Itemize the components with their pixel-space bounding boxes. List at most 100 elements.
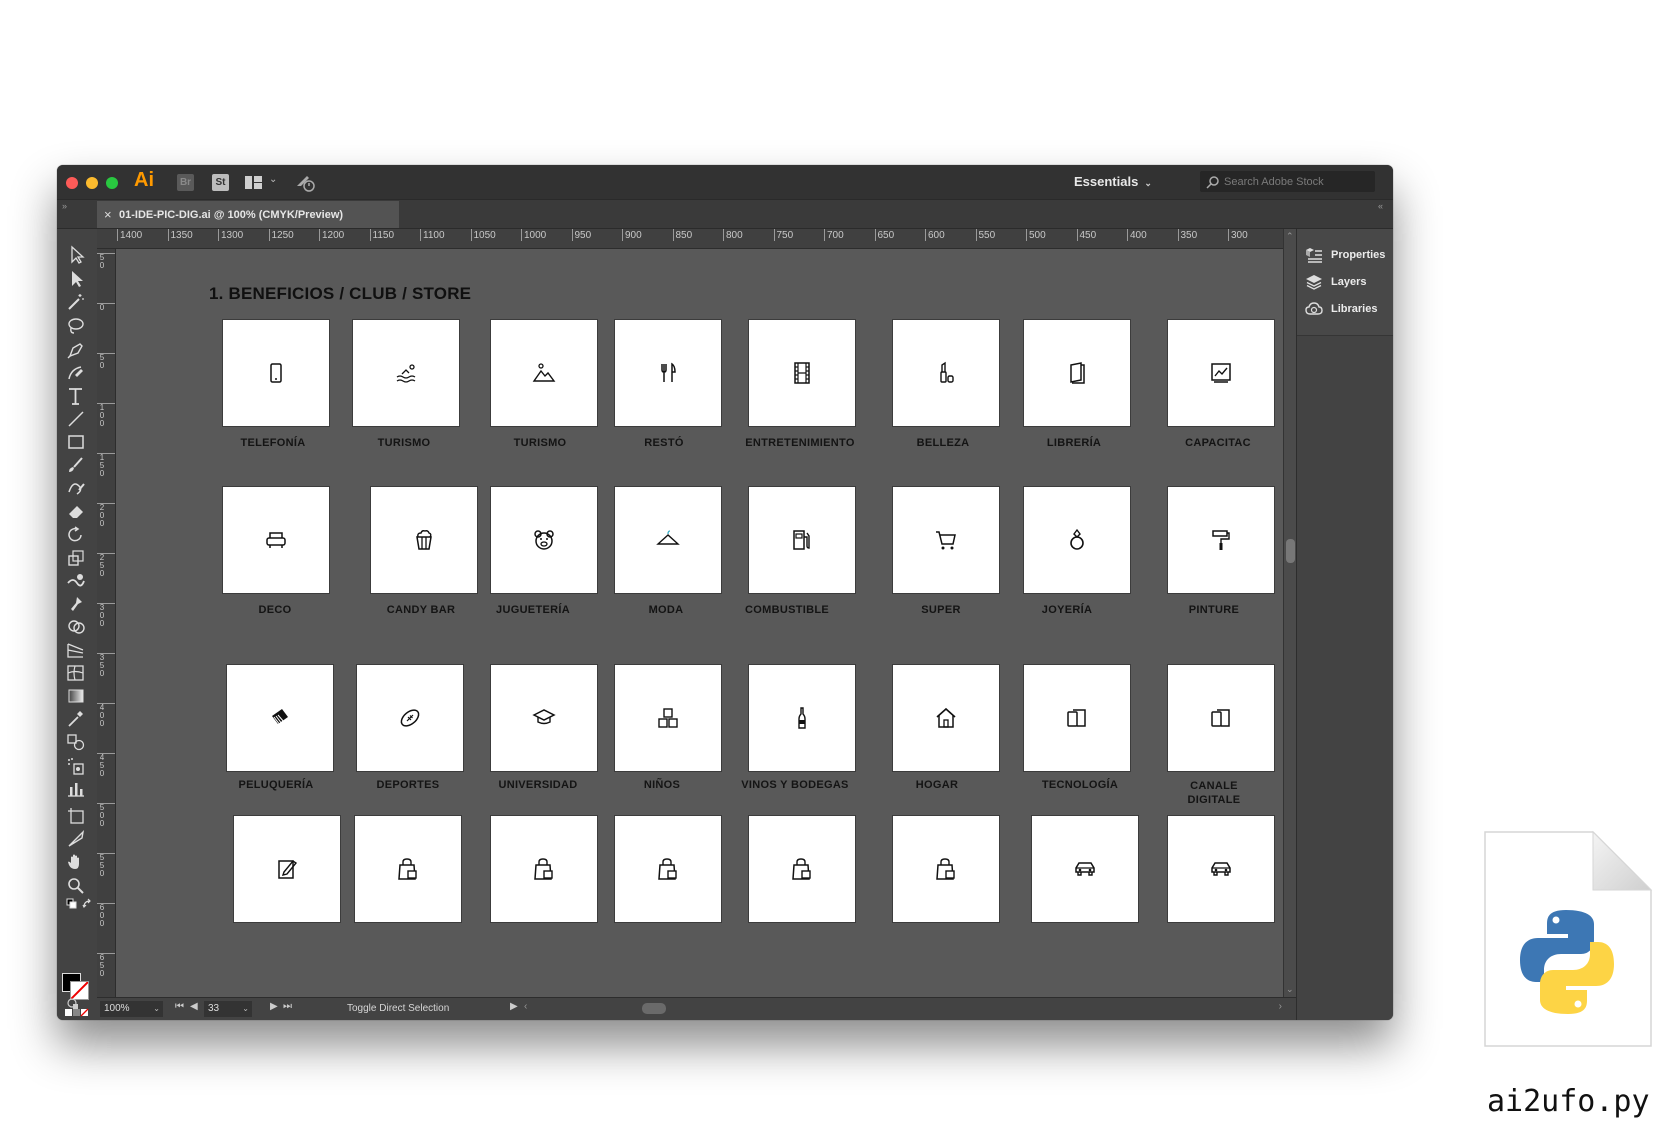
rotate-tool-icon[interactable] [65, 525, 87, 545]
close-tab-icon[interactable]: × [104, 207, 112, 222]
icon-card[interactable] [491, 320, 597, 426]
arrange-documents-icon[interactable] [245, 176, 262, 189]
column-graph-tool-icon[interactable] [65, 779, 87, 799]
draw-mode-icon[interactable] [65, 995, 83, 1011]
icon-card[interactable] [615, 816, 721, 922]
gpu-performance-icon[interactable] [295, 174, 315, 192]
next-artboard-icon[interactable]: ▶ [270, 1001, 278, 1012]
icon-card[interactable] [355, 816, 461, 922]
icon-card[interactable] [227, 665, 333, 771]
blend-tool-icon[interactable] [65, 732, 87, 752]
icon-card[interactable] [357, 665, 463, 771]
status-menu-icon[interactable]: ▶ [510, 1001, 518, 1012]
artboard-tool-icon[interactable] [65, 805, 87, 825]
swap-colors-icon[interactable] [81, 897, 95, 911]
collapse-toolbar-icon[interactable]: » [62, 201, 67, 211]
icon-card[interactable] [749, 665, 855, 771]
maximize-window-button[interactable] [106, 177, 118, 189]
selection-tool-icon[interactable] [65, 245, 87, 265]
magic-wand-tool-icon[interactable] [65, 292, 87, 312]
document-tab[interactable]: × 01-IDE-PIC-DIG.ai @ 100% (CMYK/Preview… [97, 201, 399, 228]
icon-card[interactable] [1024, 320, 1130, 426]
icon-card[interactable] [615, 320, 721, 426]
lasso-tool-icon[interactable] [65, 316, 87, 336]
icon-card[interactable] [893, 665, 999, 771]
rectangle-tool-icon[interactable] [65, 432, 87, 452]
icon-card[interactable] [1024, 665, 1130, 771]
vertical-ruler[interactable]: 50 0 50 100 150 200 250 300 350 400 450 500 550 600 65… [97, 249, 116, 997]
icon-card[interactable] [749, 816, 855, 922]
scroll-down-icon[interactable]: ⌄ [1286, 984, 1294, 995]
icon-card[interactable] [223, 320, 329, 426]
chevron-down-icon[interactable]: ⌄ [269, 174, 277, 185]
type-tool-icon[interactable] [65, 386, 87, 406]
icon-card[interactable] [223, 487, 329, 593]
scroll-thumb[interactable] [642, 1003, 666, 1014]
eraser-tool-icon[interactable] [65, 501, 87, 521]
puppet-warp-tool-icon[interactable] [65, 594, 87, 614]
default-colors-icon[interactable] [65, 897, 79, 911]
icon-card[interactable] [1168, 816, 1274, 922]
scale-tool-icon[interactable] [65, 548, 87, 568]
icon-card[interactable] [749, 487, 855, 593]
icon-card[interactable] [749, 320, 855, 426]
icon-card-label: VINOS Y BODEGAS [741, 779, 849, 791]
artboard-number-select[interactable]: 33 ⌄ [204, 1001, 252, 1017]
horizontal-ruler[interactable]: 1400 1350 1300 1250 1200 1150 1100 1050 1000 950 9… [115, 229, 1283, 249]
perspective-grid-tool-icon[interactable] [65, 640, 87, 660]
icon-card[interactable] [1032, 816, 1138, 922]
zoom-tool-icon[interactable] [65, 875, 87, 895]
icon-card[interactable] [893, 487, 999, 593]
scroll-up-icon[interactable]: ⌃ [1286, 231, 1294, 242]
icon-card[interactable] [1168, 487, 1274, 593]
minimize-window-button[interactable] [86, 177, 98, 189]
icon-card[interactable] [371, 487, 477, 593]
icon-card[interactable] [353, 320, 459, 426]
warp-tool-icon[interactable] [65, 571, 87, 591]
artboard-canvas[interactable]: 1. BENEFICIOS / CLUB / STORE TELEFONÍA TU… [116, 249, 1283, 997]
slice-tool-icon[interactable] [65, 829, 87, 849]
scroll-right-icon[interactable]: › [1279, 1001, 1282, 1012]
ruler-tick-label: 150 [97, 453, 115, 478]
stock-icon[interactable]: St [212, 174, 229, 191]
paintbrush-tool-icon[interactable] [65, 455, 87, 475]
icon-card[interactable] [491, 816, 597, 922]
hanger-icon [656, 530, 680, 545]
last-artboard-icon[interactable]: ⏭ [283, 1001, 292, 1012]
shape-builder-tool-icon[interactable] [65, 617, 87, 637]
shaper-tool-icon[interactable] [65, 478, 87, 498]
pen-tool-icon[interactable] [65, 340, 87, 360]
icon-card[interactable] [1168, 320, 1274, 426]
previous-artboard-icon[interactable]: ◀ [190, 1001, 198, 1012]
bridge-icon[interactable]: Br [177, 174, 194, 191]
icon-card[interactable] [893, 816, 999, 922]
stock-search-box[interactable] [1200, 171, 1375, 192]
icon-card[interactable] [1168, 665, 1274, 771]
curvature-tool-icon[interactable] [65, 363, 87, 383]
scroll-thumb[interactable] [1286, 539, 1295, 563]
line-tool-icon[interactable] [65, 409, 87, 429]
icon-card[interactable] [234, 816, 340, 922]
horizontal-scrollbar[interactable]: ‹ › [524, 1001, 1292, 1017]
icon-card[interactable] [491, 487, 597, 593]
ruler-origin[interactable] [97, 229, 116, 249]
icon-card[interactable] [1024, 487, 1130, 593]
collapse-panels-icon[interactable]: « [1378, 201, 1383, 211]
icon-card[interactable] [615, 665, 721, 771]
gradient-tool-icon[interactable] [65, 686, 87, 706]
zoom-select[interactable]: 100% ⌄ [100, 1001, 163, 1017]
search-input[interactable] [1224, 172, 1372, 191]
direct-selection-tool-icon[interactable] [65, 269, 87, 289]
first-artboard-icon[interactable]: ⏮ [175, 1001, 184, 1012]
eyedropper-tool-icon[interactable] [65, 709, 87, 729]
icon-card[interactable] [893, 320, 999, 426]
hand-tool-icon[interactable] [65, 852, 87, 872]
icon-card[interactable] [615, 487, 721, 593]
scroll-left-icon[interactable]: ‹ [524, 1001, 527, 1012]
close-window-button[interactable] [66, 177, 78, 189]
icon-card[interactable] [491, 665, 597, 771]
workspace-switcher[interactable]: Essentials ⌄ [1074, 174, 1152, 189]
symbol-sprayer-tool-icon[interactable] [65, 756, 87, 776]
vertical-scrollbar[interactable]: ⌃ ⌄ [1283, 229, 1297, 997]
mesh-tool-icon[interactable] [65, 663, 87, 683]
